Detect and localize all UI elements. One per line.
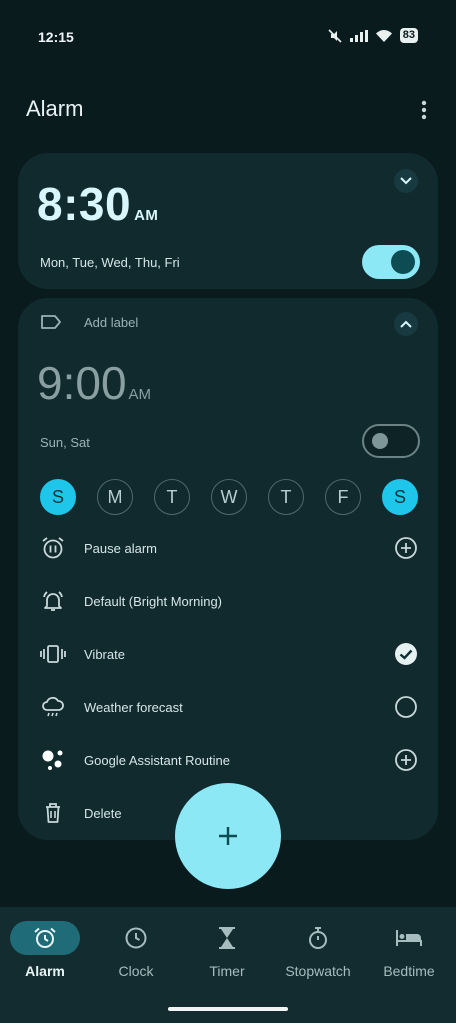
vibrate-label: Vibrate (84, 646, 125, 662)
day-thursday[interactable]: T (268, 479, 304, 515)
weekday-selector: S M T W T F S (40, 479, 418, 515)
more-options-button[interactable] (410, 96, 438, 124)
alarm-ampm: AM (128, 386, 152, 403)
mute-icon (328, 28, 342, 43)
alarm-pause-icon (40, 535, 66, 561)
alarm-toggle[interactable] (362, 424, 420, 458)
assistant-routine-row[interactable]: Google Assistant Routine (40, 745, 418, 775)
alarm-ampm: AM (134, 207, 159, 224)
toggle-knob (372, 433, 388, 449)
hourglass-icon (219, 927, 235, 949)
toggle-knob (391, 250, 415, 274)
assistant-routine-label: Google Assistant Routine (84, 752, 230, 768)
day-saturday[interactable]: S (382, 479, 418, 515)
nav-bedtime-pill (374, 921, 444, 955)
alarm-time[interactable]: 8:30 AM (37, 177, 158, 231)
vibrate-icon (40, 641, 66, 667)
day-wednesday[interactable]: W (211, 479, 247, 515)
pause-alarm-add-button[interactable] (394, 536, 418, 560)
vibrate-row[interactable]: Vibrate (40, 639, 418, 669)
bed-icon (396, 930, 422, 946)
nav-stopwatch-label: Stopwatch (285, 963, 351, 979)
signal-icon (349, 29, 368, 42)
alarm-icon (34, 927, 56, 948)
weather-row[interactable]: Weather forecast (40, 692, 418, 722)
nav-clock-label: Clock (118, 963, 154, 979)
weather-checkbox[interactable] (394, 695, 418, 719)
alarm-toggle[interactable] (362, 245, 420, 279)
day-sunday[interactable]: S (40, 479, 76, 515)
nav-alarm-label: Alarm (25, 963, 65, 979)
day-monday[interactable]: M (97, 479, 133, 515)
nav-timer[interactable]: Timer (182, 921, 272, 979)
label-icon (41, 315, 61, 329)
nav-clock[interactable]: Clock (91, 921, 181, 979)
status-bar: 12:15 83 (0, 0, 456, 72)
wifi-icon (375, 29, 392, 42)
add-alarm-button[interactable] (175, 783, 281, 889)
nav-timer-label: Timer (209, 963, 245, 979)
home-indicator[interactable] (168, 1007, 288, 1011)
stopwatch-icon (309, 927, 327, 949)
page-title: Alarm (26, 96, 84, 121)
trash-icon (40, 800, 66, 826)
ringtone-label: Default (Bright Morning) (84, 593, 222, 609)
more-vert-icon (421, 100, 427, 120)
collapse-button[interactable] (394, 312, 418, 336)
alarm-days: Mon, Tue, Wed, Thu, Fri (40, 255, 180, 270)
nav-clock-pill (101, 921, 171, 955)
alarm-days: Sun, Sat (40, 435, 90, 450)
google-assistant-icon (40, 747, 66, 773)
add-label-text: Add label (84, 314, 139, 330)
weather-label: Weather forecast (84, 699, 183, 715)
nav-bedtime[interactable]: Bedtime (364, 921, 454, 979)
nav-alarm[interactable]: Alarm (0, 921, 90, 979)
alarm-card-2: Add label 9:00 AM Sun, Sat S M T W T F S … (18, 298, 438, 840)
add-circle-icon (395, 537, 417, 559)
day-tuesday[interactable]: T (154, 479, 190, 515)
nav-stopwatch-pill (283, 921, 353, 955)
add-circle-icon (395, 749, 417, 771)
chevron-down-icon (400, 177, 412, 185)
bottom-navigation: Alarm Clock Timer Stopwatch Bedtime (0, 907, 456, 1023)
pause-alarm-label: Pause alarm (84, 540, 157, 556)
weather-cloud-icon (40, 694, 66, 720)
nav-timer-pill (192, 921, 262, 955)
ringtone-row[interactable]: Default (Bright Morning) (40, 586, 418, 616)
chevron-up-icon (400, 320, 412, 328)
status-time: 12:15 (38, 29, 74, 45)
add-label-row[interactable]: Add label (40, 314, 138, 330)
check-circle-icon (395, 643, 417, 665)
battery-indicator: 83 (399, 28, 418, 43)
alarm-card-1[interactable]: 8:30 AM Mon, Tue, Wed, Thu, Fri (18, 153, 438, 289)
nav-bedtime-label: Bedtime (383, 963, 435, 979)
pause-alarm-row[interactable]: Pause alarm (40, 533, 418, 563)
expand-button[interactable] (394, 169, 418, 193)
alarm-time[interactable]: 9:00 AM (37, 356, 151, 410)
plus-icon (219, 827, 237, 845)
status-icons: 83 (328, 28, 418, 43)
empty-circle-icon (395, 696, 417, 718)
vibrate-checkbox[interactable] (394, 642, 418, 666)
clock-icon (125, 927, 147, 949)
header: Alarm (0, 90, 456, 130)
nav-stopwatch[interactable]: Stopwatch (273, 921, 363, 979)
assistant-add-button[interactable] (394, 748, 418, 772)
delete-label: Delete (84, 805, 122, 821)
bell-ringing-icon (40, 588, 66, 614)
day-friday[interactable]: F (325, 479, 361, 515)
nav-alarm-pill (10, 921, 80, 955)
